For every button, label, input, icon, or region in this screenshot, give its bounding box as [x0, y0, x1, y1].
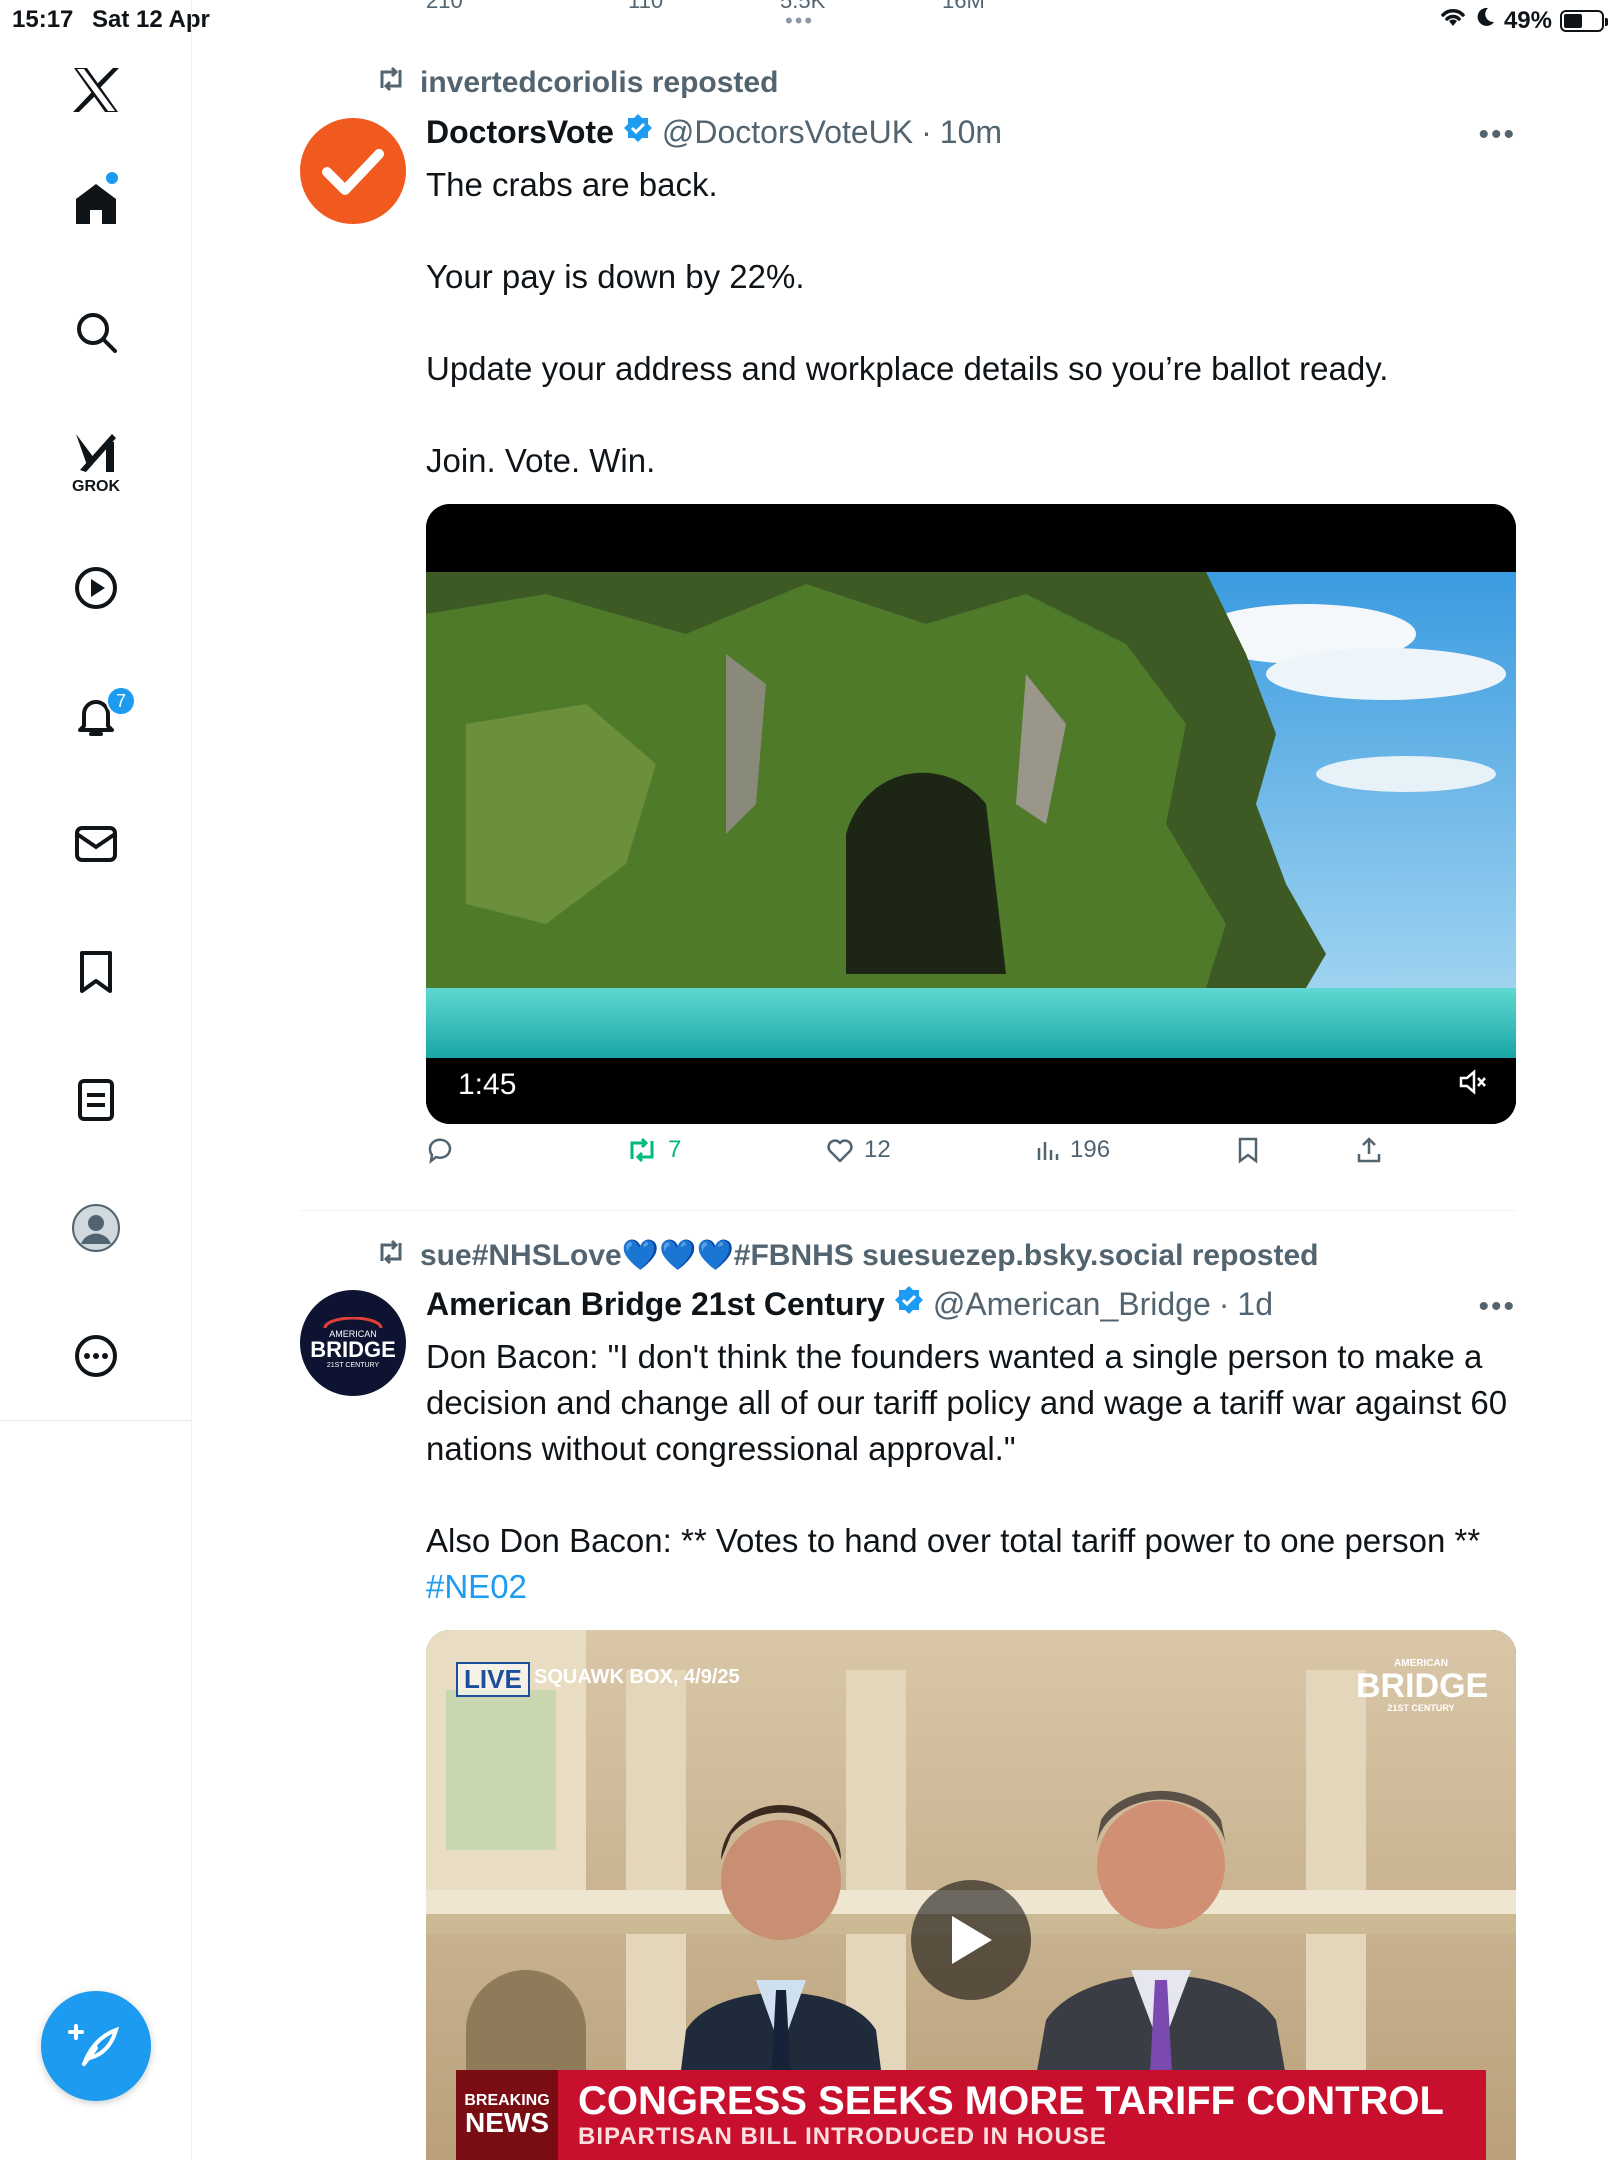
repost-by-label[interactable]: sue#NHSLove💙💙💙#FBNHS suesuezep.bsky.soci… — [420, 1238, 1318, 1273]
repost-active-icon — [630, 1137, 654, 1163]
breaking-news-label: BREAKING NEWS — [456, 2070, 558, 2160]
previous-view-count: 16M — [942, 0, 985, 13]
avatar-logo-sub: 21ST CENTURY — [326, 1361, 380, 1369]
battery-fill — [1564, 13, 1582, 28]
display-name[interactable]: American Bridge 21st Century — [426, 1286, 885, 1323]
lists-icon[interactable] — [66, 1070, 126, 1130]
more-horizontal-icon[interactable]: ••• — [1478, 118, 1516, 152]
news-ticker: CONGRESS SEEKS MORE TARIFF CONTROL BIPAR… — [558, 2070, 1486, 2160]
display-name[interactable]: DoctorsVote — [426, 114, 614, 151]
grok-icon[interactable] — [66, 422, 126, 482]
bar-chart-icon — [1037, 1142, 1059, 1160]
tweet-line: The crabs are back. — [426, 166, 718, 203]
video-duration: 1:45 — [458, 1068, 517, 1101]
handle[interactable]: @DoctorsVoteUK — [662, 114, 913, 151]
repost-by-label[interactable]: invertedcoriolis reposted — [420, 66, 778, 100]
separator: · — [1218, 1285, 1230, 1322]
mail-icon[interactable] — [66, 814, 126, 874]
compose-post-button[interactable] — [41, 1991, 151, 2101]
more-horizontal-icon[interactable]: ••• — [1478, 1290, 1516, 1324]
bookmark-button[interactable] — [1236, 1136, 1260, 1164]
drag-handle-dots[interactable]: ••• — [785, 8, 814, 34]
breaking-news-bar: BREAKING NEWS CONGRESS SEEKS MORE TARIFF… — [456, 2070, 1486, 2160]
repost-button[interactable]: 7 — [626, 1136, 681, 1164]
bookmark-outline-icon — [1238, 1137, 1258, 1164]
watermark-main: BRIDGE — [1356, 1667, 1489, 1705]
avatar-logo-main: BRIDGE — [310, 1336, 396, 1362]
status-indicators: 49% — [1438, 6, 1608, 35]
repost-count: 7 — [668, 1136, 682, 1163]
play-button[interactable] — [911, 1880, 1031, 2000]
program-label: SQUAWK BOX, 4/9/25 — [534, 1666, 740, 1688]
sidebar-divider — [0, 1420, 192, 1421]
video-frame-island — [426, 504, 1516, 1124]
verified-badge-icon — [893, 1284, 925, 1324]
repost-indicator: sue#NHSLove💙💙💙#FBNHS suesuezep.bsky.soci… — [376, 1238, 1318, 1273]
tweet-american-bridge[interactable]: sue#NHSLove💙💙💙#FBNHS suesuezep.bsky.soci… — [300, 1232, 1516, 2160]
video-player[interactable]: 1:45 — [426, 504, 1516, 1124]
tweet-doctorsvote[interactable]: invertedcoriolis reposted DoctorsVote @D… — [300, 60, 1516, 1210]
x-logo-icon[interactable] — [66, 60, 126, 120]
search-icon[interactable] — [66, 302, 126, 362]
tweet-line: Don Bacon: "I don't think the founders w… — [426, 1338, 1508, 1467]
news-subline: BIPARTISAN BILL INTRODUCED IN HOUSE — [578, 2123, 1107, 2150]
bookmark-icon[interactable] — [66, 942, 126, 1002]
do-not-disturb-moon-icon — [1476, 6, 1496, 35]
battery-icon — [1560, 9, 1608, 32]
share-button[interactable] — [1356, 1136, 1382, 1164]
notifications-badge: 7 — [106, 686, 136, 716]
video-player[interactable]: LIVE SQUAWK BOX, 4/9/25 AMERICAN BRIDGE … — [426, 1630, 1516, 2160]
more-options-icon[interactable] — [66, 1326, 126, 1386]
like-button[interactable]: 12 — [826, 1136, 891, 1164]
wifi-icon — [1438, 6, 1468, 35]
share-upload-icon — [1357, 1137, 1381, 1163]
tweet-header: DoctorsVote @DoctorsVoteUK · 10m — [426, 112, 1002, 152]
checkmark-logo-icon — [322, 149, 384, 195]
live-badge: LIVE — [456, 1662, 530, 1697]
sidebar: GROK 7 — [0, 0, 192, 2160]
views-button[interactable]: 196 — [1036, 1136, 1110, 1164]
tweet-line: Join. Vote. Win. — [426, 442, 656, 479]
avatar[interactable]: AMERICAN BRIDGE 21ST CENTURY — [300, 1290, 406, 1396]
heart-icon — [827, 1139, 853, 1163]
tweet-line: Your pay is down by 22%. — [426, 258, 805, 295]
previous-reply-count: 210 — [426, 0, 463, 13]
feather-plus-icon — [68, 2024, 120, 2066]
tweet-line: Update your address and workplace detail… — [426, 350, 1389, 387]
hashtag-link[interactable]: #NE02 — [426, 1564, 1516, 1610]
tweet-text: The crabs are back. Your pay is down by … — [426, 162, 1516, 484]
verified-badge-icon — [622, 112, 654, 152]
repost-icon — [376, 1239, 406, 1273]
tweet-line: Also Don Bacon: ** Votes to hand over to… — [426, 1522, 1481, 1559]
reply-bubble-icon — [428, 1138, 452, 1164]
reply-button[interactable] — [426, 1136, 454, 1164]
home-unread-dot — [106, 172, 118, 184]
play-icon — [952, 1916, 992, 1964]
video-icon[interactable] — [66, 558, 126, 618]
separator: · — [921, 113, 932, 150]
profile-icon[interactable] — [66, 1198, 126, 1258]
timestamp[interactable]: 10m — [940, 114, 1002, 151]
bridge-arc-icon — [323, 1316, 383, 1328]
battery-percent: 49% — [1503, 6, 1552, 34]
bridge-watermark: AMERICAN BRIDGE 21ST CENTURY — [1356, 1658, 1489, 1713]
tweet-header: American Bridge 21st Century @American_B… — [426, 1284, 1273, 1324]
tweet-text: Don Bacon: "I don't think the founders w… — [426, 1334, 1516, 1610]
news-headline: CONGRESS SEEKS MORE TARIFF CONTROL — [578, 2079, 1444, 2123]
handle[interactable]: @American_Bridge — [933, 1286, 1211, 1323]
like-count: 12 — [864, 1136, 891, 1163]
mute-speaker-icon[interactable] — [1458, 1069, 1488, 1100]
breaking-label-2: NEWS — [465, 2107, 549, 2138]
tweet-divider — [300, 1210, 1516, 1211]
home-icon[interactable] — [66, 174, 126, 234]
previous-repost-count: 110 — [628, 0, 664, 13]
avatar[interactable] — [300, 118, 406, 224]
previous-tweet-actions: 210 110 5.5K 16M — [420, 0, 1220, 20]
repost-indicator: invertedcoriolis reposted — [376, 66, 778, 100]
timestamp[interactable]: 1d — [1237, 1286, 1273, 1323]
repost-icon — [376, 66, 406, 100]
view-count: 196 — [1070, 1136, 1111, 1163]
grok-label: GROK — [72, 478, 120, 495]
